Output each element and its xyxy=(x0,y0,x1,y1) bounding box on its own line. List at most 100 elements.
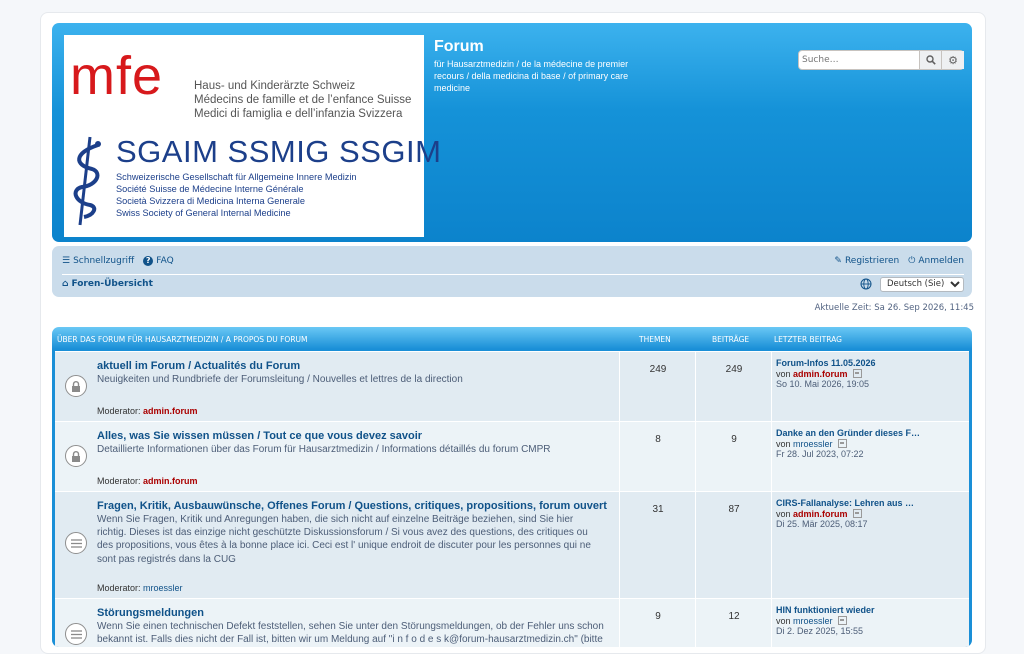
author-link[interactable]: mroessler xyxy=(793,439,833,449)
last-post-cell: Forum-Infos 11.05.2026 von admin.forum S… xyxy=(771,352,969,421)
view-latest-post-icon[interactable] xyxy=(853,509,863,518)
last-post-date: Fr 28. Jul 2023, 07:22 xyxy=(776,449,864,459)
navbar-top-row: ☰ Schnellzugriff ? FAQ ✎ Registrieren ⏻ … xyxy=(62,253,964,269)
posts-cell: 9 xyxy=(695,422,772,491)
hamburger-icon: ☰ xyxy=(62,256,71,266)
mfe-line: Medici di famiglia e dell’infanzia Svizz… xyxy=(194,108,403,120)
forum-row: aktuell im Forum / Actualités du Forum N… xyxy=(55,351,969,421)
faq-label: FAQ xyxy=(156,256,174,266)
author-link[interactable]: admin.forum xyxy=(793,509,848,519)
faq-link[interactable]: ? FAQ xyxy=(143,256,174,266)
by-label: von xyxy=(776,616,791,626)
topics-cell: 249 xyxy=(619,352,696,421)
site-header: mfe Haus- und Kinderärzte Schweiz Médeci… xyxy=(52,23,972,242)
quicklinks-label: Schnellzugriff xyxy=(73,256,135,266)
search-button[interactable] xyxy=(919,51,942,69)
forum-category: Über das Forum für Hausarztmedizin / A p… xyxy=(52,327,972,647)
last-post-title-link[interactable]: HIN funktioniert wieder xyxy=(776,605,875,615)
last-post-title-link[interactable]: CIRS-Fallanalyse: Lehren aus … xyxy=(776,498,914,508)
site-title[interactable]: Forum xyxy=(434,38,484,56)
forum-description: Wenn Sie einen technischen Defekt festst… xyxy=(97,621,604,646)
by-label: von xyxy=(776,439,791,449)
current-time: Aktuelle Zeit: Sa 26. Sep 2026, 11:45 xyxy=(814,303,974,313)
moderator-label: Moderator: xyxy=(97,476,141,486)
moderator-link[interactable]: mroessler xyxy=(143,583,183,593)
moderator-link[interactable]: admin.forum xyxy=(143,476,198,486)
column-posts-header: Beiträge xyxy=(712,335,750,344)
search-box: ⚙ xyxy=(798,50,964,70)
power-icon: ⏻ xyxy=(908,256,916,266)
question-icon: ? xyxy=(143,256,154,266)
category-title-link[interactable]: Über das Forum für Hausarztmedizin / A p… xyxy=(57,335,308,344)
mfe-logo-text: mfe xyxy=(70,46,164,106)
forum-read-icon xyxy=(65,532,87,554)
last-post-author: von mroessler xyxy=(776,439,848,449)
by-label: von xyxy=(776,509,791,519)
forum-title-link[interactable]: Alles, was Sie wissen müssen / Tout ce q… xyxy=(97,430,422,442)
author-link[interactable]: mroessler xyxy=(793,616,833,626)
globe-icon xyxy=(860,278,872,290)
navbar: ☰ Schnellzugriff ? FAQ ✎ Registrieren ⏻ … xyxy=(52,246,972,297)
login-link[interactable]: ⏻ Anmelden xyxy=(908,256,964,266)
last-post-date: So 10. Mai 2026, 19:05 xyxy=(776,379,870,389)
search-icon xyxy=(926,55,936,65)
aesculapius-staff-icon xyxy=(73,136,101,226)
sgaim-line: Swiss Society of General Internal Medici… xyxy=(116,208,291,218)
lock-icon xyxy=(65,445,87,467)
mfe-logo-lines: Haus- und Kinderärzte Schweiz Médecins d… xyxy=(194,79,411,121)
topics-cell: 31 xyxy=(619,492,696,598)
moderator-label: Moderator: xyxy=(97,583,141,593)
advanced-search-button[interactable]: ⚙ xyxy=(941,51,964,69)
site-logo[interactable]: mfe Haus- und Kinderärzte Schweiz Médeci… xyxy=(64,35,441,237)
author-link[interactable]: admin.forum xyxy=(793,369,848,379)
forum-moderator: Moderator: admin.forum xyxy=(97,476,198,486)
moderator-link[interactable]: admin.forum xyxy=(143,406,198,416)
last-post-cell: CIRS-Fallanalyse: Lehren aus … von admin… xyxy=(771,492,969,598)
lock-icon xyxy=(65,375,87,397)
last-post-date: Di 2. Dez 2025, 15:55 xyxy=(776,626,864,636)
login-label: Anmelden xyxy=(918,256,964,266)
forum-title-link[interactable]: Fragen, Kritik, Ausbauwünsche, Offenes F… xyxy=(97,500,607,512)
language-select[interactable]: Deutsch (Sie) xyxy=(880,276,964,292)
forum-description: Detaillierte Informationen über das Foru… xyxy=(97,444,551,455)
posts-cell: 87 xyxy=(695,492,772,598)
forum-description: Neuigkeiten und Rundbriefe der Forumslei… xyxy=(97,374,463,385)
last-post-author: von admin.forum xyxy=(776,369,863,379)
topics-count: 8 xyxy=(655,434,661,445)
edit-icon: ✎ xyxy=(834,256,842,266)
topics-count: 31 xyxy=(652,504,664,515)
last-post-author: von mroessler xyxy=(776,616,848,626)
search-input[interactable] xyxy=(800,52,917,68)
moderator-label: Moderator: xyxy=(97,406,141,416)
last-post-cell: Danke an den Gründer dieses F… von mroes… xyxy=(771,422,969,491)
quicklinks-menu[interactable]: ☰ Schnellzugriff xyxy=(62,256,134,266)
topics-cell: 8 xyxy=(619,422,696,491)
view-latest-post-icon[interactable] xyxy=(853,369,863,378)
sgaim-logo-lines: Schweizerische Gesellschaft für Allgemei… xyxy=(116,171,357,219)
forum-title-link[interactable]: aktuell im Forum / Actualités du Forum xyxy=(97,360,300,372)
topics-count: 249 xyxy=(649,364,667,375)
gear-icon: ⚙ xyxy=(948,53,958,67)
forum-moderator: Moderator: admin.forum xyxy=(97,406,198,416)
last-post-title-link[interactable]: Danke an den Gründer dieses F… xyxy=(776,428,920,438)
last-post-title-link[interactable]: Forum-Infos 11.05.2026 xyxy=(776,358,876,368)
posts-count: 12 xyxy=(728,611,740,622)
site-description: für Hausarztmedizin / de la médecine de … xyxy=(434,59,629,93)
forum-title-link[interactable]: Störungsmeldungen xyxy=(97,607,204,619)
breadcrumb: ⌂ Foren-Übersicht Deutsch (Sie) xyxy=(62,274,964,293)
sgaim-logo-text: SGAIM SSMIG SSGIM xyxy=(116,134,442,169)
view-latest-post-icon[interactable] xyxy=(838,439,848,448)
register-label: Registrieren xyxy=(844,256,900,266)
forum-description: Wenn Sie Fragen, Kritik und Anregungen h… xyxy=(97,514,591,565)
home-icon: ⌂ xyxy=(62,279,69,289)
register-link[interactable]: ✎ Registrieren xyxy=(834,256,899,266)
breadcrumb-home-link[interactable]: Foren-Übersicht xyxy=(71,279,152,289)
topics-count: 9 xyxy=(655,611,661,622)
forum-row: Fragen, Kritik, Ausbauwünsche, Offenes F… xyxy=(55,491,969,598)
sgaim-line: Société Suisse de Médecine Interne Génér… xyxy=(116,184,304,194)
forum-read-icon xyxy=(65,623,87,645)
column-last-post-header: Letzter Beitrag xyxy=(774,335,842,344)
posts-cell: 249 xyxy=(695,352,772,421)
view-latest-post-icon[interactable] xyxy=(838,616,848,625)
posts-count: 9 xyxy=(731,434,737,445)
